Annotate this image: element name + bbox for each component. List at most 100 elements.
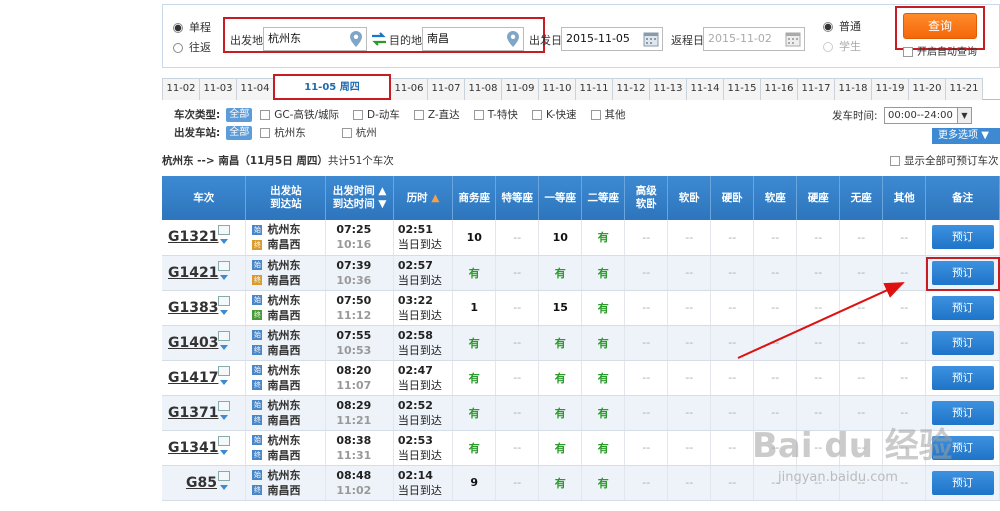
- seat-cell: --: [753, 325, 798, 361]
- train-code-link[interactable]: G1417: [168, 370, 218, 386]
- seat-cell: --: [624, 395, 669, 431]
- book-button[interactable]: 预订: [931, 225, 994, 250]
- book-button[interactable]: 预订: [931, 365, 994, 390]
- filter-checkbox[interactable]: [260, 128, 271, 138]
- station-hangzhoudong[interactable]: 杭州东: [260, 125, 306, 141]
- book-button[interactable]: 预订: [931, 470, 994, 495]
- calendar-icon[interactable]: [785, 31, 801, 47]
- train-type-all-button[interactable]: 全部: [226, 108, 253, 122]
- filter-checkbox[interactable]: [353, 110, 363, 120]
- date-tab[interactable]: 11-04: [236, 78, 274, 100]
- filter-checkbox[interactable]: [341, 128, 352, 138]
- date-tabs: 11-02 11-03 11-04 11-05 周四 11-06 11-07 1…: [162, 74, 1000, 100]
- filter-checkbox[interactable]: [590, 110, 601, 120]
- date-tab[interactable]: 11-19: [871, 78, 909, 100]
- station-filter: 出发车站: 全部 杭州东 杭州: [174, 125, 391, 141]
- seat-cell: 有: [581, 430, 626, 466]
- train-code-link[interactable]: G1371: [168, 405, 218, 421]
- book-button[interactable]: 预订: [931, 330, 994, 355]
- expand-arrow-icon[interactable]: [220, 274, 228, 280]
- expand-arrow-icon[interactable]: [220, 449, 228, 455]
- filter-checkbox[interactable]: [260, 110, 271, 120]
- expand-arrow-icon[interactable]: [220, 484, 228, 490]
- filter-other[interactable]: 其他: [590, 107, 626, 123]
- date-tab[interactable]: 11-02: [162, 78, 200, 100]
- train-type-filter: 车次类型: 全部 GC-高铁/城际 D-动车 Z-直达 T-特快 K-快速 其他: [174, 107, 640, 123]
- seat-cell: 有: [452, 360, 497, 396]
- auto-query-checkbox[interactable]: [903, 47, 913, 57]
- book-button[interactable]: 预订: [931, 295, 994, 320]
- times-cell: 07:25 10:16: [325, 220, 394, 256]
- filter-t[interactable]: T-特快: [473, 107, 518, 123]
- to-input[interactable]: 南昌: [422, 27, 524, 51]
- station-all-button[interactable]: 全部: [226, 126, 253, 140]
- date-tab[interactable]: 11-15: [723, 78, 761, 100]
- col-duration[interactable]: 历时 ▲: [393, 176, 454, 220]
- auto-query-option[interactable]: 开启自动查询: [903, 43, 977, 58]
- filter-gc[interactable]: GC-高铁/城际: [260, 107, 339, 123]
- seat-cell: 10: [452, 220, 497, 256]
- date-tab[interactable]: 11-06: [390, 78, 428, 100]
- filter-checkbox[interactable]: [473, 110, 484, 120]
- filter-k[interactable]: K-快速: [531, 107, 577, 123]
- date-tab[interactable]: 11-20: [908, 78, 946, 100]
- show-all-checkbox[interactable]: [890, 156, 900, 166]
- oneway-option[interactable]: 单程: [173, 17, 211, 37]
- normal-radio[interactable]: [823, 22, 833, 32]
- roundtrip-option[interactable]: 往返: [173, 37, 211, 57]
- filter-checkbox[interactable]: [531, 110, 542, 120]
- from-input[interactable]: 杭州东: [263, 27, 367, 51]
- date-tab[interactable]: 11-13: [649, 78, 687, 100]
- expand-arrow-icon[interactable]: [220, 344, 228, 350]
- filter-checkbox[interactable]: [413, 110, 424, 120]
- date-tab[interactable]: 11-12: [612, 78, 650, 100]
- table-row[interactable]: G1421 始杭州东 终南昌西 07:39 10:36 02:57 当日到达 有…: [162, 255, 1000, 291]
- train-code-link[interactable]: G85: [186, 475, 217, 491]
- seat-cell: --: [710, 290, 755, 326]
- date-tab[interactable]: 11-14: [686, 78, 724, 100]
- roundtrip-radio[interactable]: [173, 43, 183, 53]
- filter-d[interactable]: D-动车: [353, 107, 400, 123]
- table-row[interactable]: G1321 始杭州东 终南昌西 07:25 10:16 02:51 当日到达 1…: [162, 220, 1000, 256]
- date-tab[interactable]: 11-10: [538, 78, 576, 100]
- train-code-link[interactable]: G1321: [168, 229, 218, 245]
- table-row[interactable]: G1403 始杭州东 终南昌西 07:55 10:53 02:58 当日到达 有…: [162, 325, 1000, 361]
- student-option[interactable]: 学生: [823, 37, 861, 57]
- query-button[interactable]: 查询: [903, 13, 977, 39]
- col-times[interactable]: 出发时间 ▲ 到达时间 ▼: [325, 176, 394, 220]
- date-tab[interactable]: 11-07: [427, 78, 465, 100]
- date-tab[interactable]: 11-08: [464, 78, 502, 100]
- station-hangzhou[interactable]: 杭州: [341, 125, 377, 141]
- date-tab[interactable]: 11-17: [797, 78, 835, 100]
- train-code-link[interactable]: G1421: [168, 265, 218, 281]
- expand-arrow-icon[interactable]: [220, 414, 228, 420]
- date-tab[interactable]: 11-18: [834, 78, 872, 100]
- date-tab-active[interactable]: 11-05 周四: [273, 74, 391, 100]
- date-tab[interactable]: 11-03: [199, 78, 237, 100]
- date-tab[interactable]: 11-11: [575, 78, 613, 100]
- expand-arrow-icon[interactable]: [220, 379, 228, 385]
- show-all-option[interactable]: 显示全部可预订车次: [890, 153, 999, 168]
- oneway-radio[interactable]: [173, 23, 183, 33]
- table-row[interactable]: G1383 始杭州东 终南昌西 07:50 11:12 03:22 当日到达 1…: [162, 290, 1000, 326]
- expand-arrow-icon[interactable]: [220, 239, 228, 244]
- train-code-link[interactable]: G1403: [168, 335, 218, 351]
- date-tab[interactable]: 11-09: [501, 78, 539, 100]
- table-row[interactable]: G1417 始杭州东 终南昌西 08:20 11:07 02:47 当日到达 有…: [162, 360, 1000, 396]
- swap-icon[interactable]: [371, 31, 387, 47]
- terminal-icon: 终: [252, 275, 263, 285]
- date-tab[interactable]: 11-16: [760, 78, 798, 100]
- normal-option[interactable]: 普通: [823, 17, 861, 37]
- expand-arrow-icon[interactable]: [220, 309, 228, 315]
- return-date-input[interactable]: 2015-11-02: [703, 27, 805, 51]
- train-code-link[interactable]: G1383: [168, 300, 218, 316]
- student-radio[interactable]: [823, 42, 833, 52]
- depart-date-input[interactable]: 2015-11-05: [561, 27, 663, 51]
- train-code-link[interactable]: G1341: [168, 440, 218, 456]
- seat-cell: 有: [581, 220, 626, 256]
- filter-z[interactable]: Z-直达: [413, 107, 460, 123]
- dep-time-select[interactable]: 00:00--24:00 ▼: [884, 107, 972, 124]
- calendar-icon[interactable]: [643, 31, 659, 47]
- date-tab[interactable]: 11-21: [945, 78, 983, 100]
- more-options-button[interactable]: 更多选项 ▼: [932, 128, 1000, 144]
